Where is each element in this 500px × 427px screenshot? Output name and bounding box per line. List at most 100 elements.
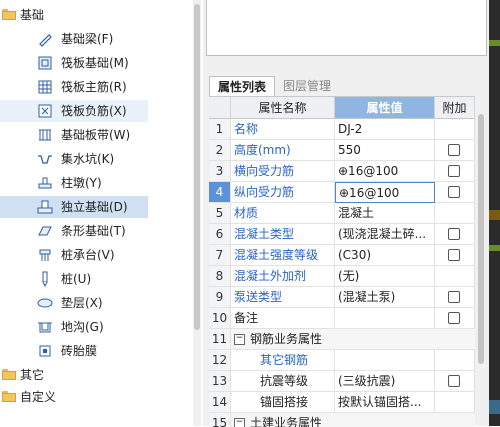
property-value[interactable]: (三级抗震) bbox=[335, 371, 435, 392]
tree-item-column-pier[interactable]: 柱墩(Y) bbox=[0, 172, 190, 194]
property-name: − 钢筋业务属性 bbox=[231, 329, 475, 350]
property-name: 泵送类型 bbox=[231, 287, 335, 308]
extra-cell bbox=[435, 287, 475, 308]
property-name-text: 泵送类型 bbox=[234, 290, 283, 304]
property-value[interactable] bbox=[335, 308, 435, 329]
tree-item-beam[interactable]: 基础梁(F) bbox=[0, 28, 190, 50]
property-row[interactable]: 3 横向受力筋 ⊕16@100 bbox=[209, 161, 475, 182]
property-value[interactable]: (C30) bbox=[335, 245, 435, 266]
property-value[interactable]: ⊕16@100 bbox=[335, 182, 435, 203]
row-number: 3 bbox=[209, 161, 231, 182]
property-value[interactable]: 550 bbox=[335, 140, 435, 161]
tree-item-cushion-layer[interactable]: 垫层(X) bbox=[0, 292, 190, 314]
property-value[interactable]: (现浇混凝土碎... bbox=[335, 224, 435, 245]
isolated-footing-icon bbox=[37, 200, 53, 214]
extra-cell bbox=[435, 161, 475, 182]
property-row[interactable]: 12 其它钢筋 bbox=[209, 350, 475, 371]
property-row[interactable]: 15− 土建业务属性 bbox=[209, 413, 475, 427]
tree-item-sump-pit[interactable]: 集水坑(K) bbox=[0, 148, 190, 170]
tree-item-strip-footing[interactable]: 条形基础(T) bbox=[0, 220, 190, 242]
property-value[interactable]: (混凝土泵) bbox=[335, 287, 435, 308]
extra-checkbox[interactable] bbox=[448, 249, 460, 261]
property-row[interactable]: 14 锚固搭接 按默认锚固搭... bbox=[209, 392, 475, 413]
property-name: 锚固搭接 bbox=[231, 392, 335, 413]
extra-checkbox[interactable] bbox=[448, 144, 460, 156]
property-value[interactable] bbox=[335, 350, 435, 371]
property-row[interactable]: 7 混凝土强度等级 (C30) bbox=[209, 245, 475, 266]
property-row[interactable]: 6 混凝土类型 (现浇混凝土碎... bbox=[209, 224, 475, 245]
collapse-icon[interactable]: − bbox=[234, 334, 245, 345]
property-value[interactable]: ⊕16@100 bbox=[335, 161, 435, 182]
tree-group-foundation[interactable]: 基础 bbox=[0, 4, 190, 26]
extra-checkbox[interactable] bbox=[448, 312, 460, 324]
pile-cap-icon bbox=[39, 249, 51, 261]
tree-item-label: 地沟(G) bbox=[61, 320, 104, 334]
tree-item-label: 条形基础(T) bbox=[61, 224, 126, 238]
tab-layers[interactable]: 图层管理 bbox=[277, 76, 337, 97]
property-row[interactable]: 2 高度(mm) 550 bbox=[209, 140, 475, 161]
property-row[interactable]: 8 混凝土外加剂 (无) bbox=[209, 266, 475, 287]
row-number: 12 bbox=[209, 350, 231, 371]
tree-item-raft-negative-rebar[interactable]: 筏板负筋(X) bbox=[0, 100, 148, 122]
property-row[interactable]: 10 备注 bbox=[209, 308, 475, 329]
property-value[interactable]: 混凝土 bbox=[335, 203, 435, 224]
extra-cell bbox=[435, 392, 475, 413]
raft-foundation-icon bbox=[38, 56, 52, 70]
extra-checkbox[interactable] bbox=[448, 186, 460, 198]
tree-item-label: 桩(U) bbox=[61, 272, 92, 286]
tree-item-isolated-footing[interactable]: 独立基础(D) bbox=[0, 196, 148, 218]
grid-scrollbar[interactable] bbox=[475, 96, 487, 426]
tree-item-brick-mold[interactable]: 砖胎膜 bbox=[0, 340, 190, 362]
property-name-text: 高度(mm) bbox=[234, 143, 291, 157]
row-number: 13 bbox=[209, 371, 231, 392]
row-number: 8 bbox=[209, 266, 231, 287]
cushion-layer-icon bbox=[37, 298, 53, 308]
property-row[interactable]: 13 抗震等级 (三级抗震) bbox=[209, 371, 475, 392]
tree-item-slab-strip[interactable]: 基础板带(W) bbox=[0, 124, 190, 146]
tree-item-pile[interactable]: 桩(U) bbox=[0, 268, 190, 290]
folder-icon bbox=[2, 391, 16, 402]
header-name[interactable]: 属性名称 bbox=[231, 97, 335, 119]
preview-pane bbox=[206, 0, 487, 56]
property-value[interactable]: 按默认锚固搭... bbox=[335, 392, 435, 413]
tree-item-pile-cap[interactable]: 桩承台(V) bbox=[0, 244, 190, 266]
scrollbar-thumb[interactable] bbox=[194, 4, 200, 330]
row-number: 4 bbox=[209, 182, 231, 203]
column-pier-icon bbox=[38, 177, 52, 189]
property-name-text: 混凝土类型 bbox=[234, 227, 295, 241]
tree-item-label: 桩承台(V) bbox=[61, 248, 115, 262]
folder-icon bbox=[2, 9, 16, 20]
property-value[interactable]: DJ-2 bbox=[335, 119, 435, 140]
property-name-text: 纵向受力筋 bbox=[234, 185, 295, 199]
tree-group-other[interactable]: 其它 bbox=[0, 364, 190, 386]
tree-item-raft-main-rebar[interactable]: 筏板主筋(R) bbox=[0, 76, 190, 98]
tree-group-custom[interactable]: 自定义 bbox=[0, 386, 190, 408]
property-row[interactable]: 4 纵向受力筋 ⊕16@100 bbox=[209, 182, 475, 203]
tree-scrollbar[interactable] bbox=[193, 0, 201, 426]
extra-checkbox[interactable] bbox=[448, 291, 460, 303]
tree-item-trench[interactable]: 地沟(G) bbox=[0, 316, 190, 338]
tree-item-label: 砖胎膜 bbox=[61, 344, 98, 358]
property-name: 备注 bbox=[231, 308, 335, 329]
property-name-text: 横向受力筋 bbox=[234, 164, 295, 178]
extra-checkbox[interactable] bbox=[448, 375, 460, 387]
extra-checkbox[interactable] bbox=[448, 165, 460, 177]
property-row[interactable]: 11− 钢筋业务属性 bbox=[209, 329, 475, 350]
property-name: 混凝土强度等级 bbox=[231, 245, 335, 266]
tree-item-raft-foundation[interactable]: 筏板基础(M) bbox=[0, 52, 190, 74]
property-name: 混凝土外加剂 bbox=[231, 266, 335, 287]
property-row[interactable]: 5 材质 混凝土 bbox=[209, 203, 475, 224]
property-row[interactable]: 9 泵送类型 (混凝土泵) bbox=[209, 287, 475, 308]
property-name-text: 其它钢筋 bbox=[260, 353, 309, 367]
raft-main-rebar-icon bbox=[38, 80, 52, 94]
extra-cell bbox=[435, 350, 475, 371]
scrollbar-thumb[interactable] bbox=[478, 114, 484, 364]
tree-item-label: 筏板主筋(R) bbox=[61, 80, 127, 94]
property-value[interactable]: (无) bbox=[335, 266, 435, 287]
extra-checkbox[interactable] bbox=[448, 228, 460, 240]
header-value[interactable]: 属性值 bbox=[335, 97, 435, 119]
header-extra[interactable]: 附加 bbox=[435, 97, 475, 119]
tree-group-label: 其它 bbox=[20, 368, 45, 382]
property-row[interactable]: 1 名称 DJ-2 bbox=[209, 119, 475, 140]
tab-properties[interactable]: 属性列表 bbox=[209, 76, 275, 97]
